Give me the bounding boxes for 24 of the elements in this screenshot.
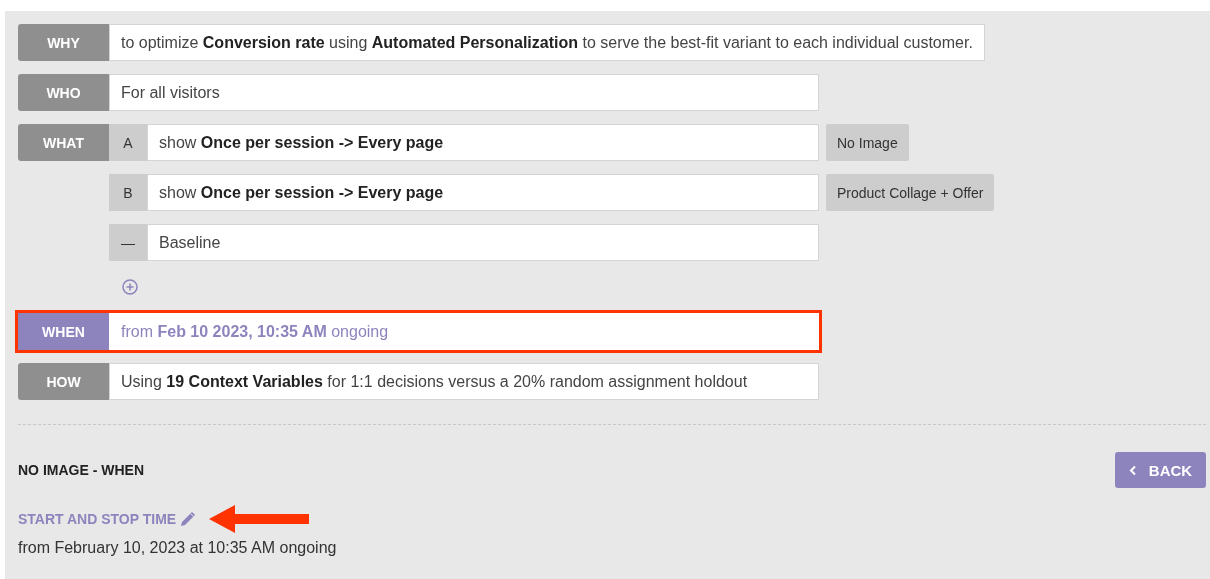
variant-letter: — <box>109 224 147 261</box>
chevron-left-icon <box>1128 464 1137 476</box>
field-label: START AND STOP TIME <box>18 511 177 527</box>
add-icon[interactable] <box>122 279 138 295</box>
criterion-label[interactable]: WHY <box>18 24 109 61</box>
criterion-label[interactable]: HOW <box>18 363 109 400</box>
section-title: NO IMAGE - WHEN <box>18 462 144 478</box>
variant-value: show Once per session -> Every page <box>147 124 819 161</box>
criterion-label[interactable]: WHO <box>18 74 109 111</box>
criterion-label[interactable]: WHEN <box>18 313 109 350</box>
criterion-value: Using 19 Context Variables for 1:1 decisions versus a 20% random assignment holdout <box>109 363 819 400</box>
variant-tag: No Image <box>826 124 909 161</box>
edit-icon[interactable] <box>179 510 198 528</box>
criterion-label[interactable]: WHAT <box>18 124 109 161</box>
criterion-value: For all visitors <box>109 74 819 111</box>
field-value: from February 10, 2023 at 10:35 AM ongoing <box>18 539 338 557</box>
back-button[interactable]: BACK <box>1115 452 1206 488</box>
variant-letter: B <box>109 174 147 211</box>
criterion-value: from Feb 10 2023, 10:35 AM ongoing <box>109 313 819 350</box>
criterion-value: to optimize Conversion rate using Automated Personalization to serve the best-fit variant to each individual customer. <box>109 24 985 61</box>
variant-value: show Once per session -> Every page <box>147 174 819 211</box>
variant-value: Baseline <box>147 224 819 261</box>
variant-tag: Product Collage + Offer <box>826 174 995 211</box>
variant-letter: A <box>109 124 147 161</box>
